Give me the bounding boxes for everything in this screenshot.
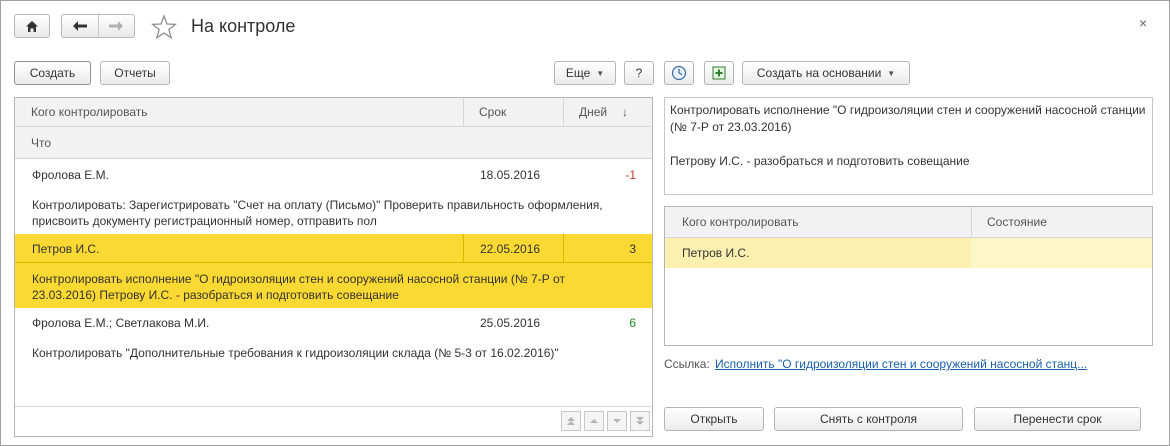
chevron-down-icon: ▼ — [596, 68, 605, 78]
open-button[interactable]: Открыть — [664, 407, 764, 431]
column-header-state[interactable]: Состояние — [987, 207, 1047, 238]
add-subordinate-button[interactable] — [704, 61, 734, 85]
row-who: Фролова Е.М.; Светлакова М.И. — [32, 316, 210, 330]
scroll-up-button[interactable] — [584, 411, 604, 431]
double-down-icon — [636, 417, 644, 425]
control-list-table[interactable]: Кого контролировать Срок Дней ↓ Что Фрол… — [14, 97, 653, 437]
table-row-selected[interactable]: Петров И.С. 22.05.2016 3 Контролировать … — [15, 234, 652, 308]
column-header-who[interactable]: Кого контролировать — [682, 207, 799, 238]
scroll-down-button[interactable] — [607, 411, 627, 431]
history-nav — [61, 14, 135, 38]
row-who: Фролова Е.М. — [32, 168, 109, 182]
reports-button-label: Отчеты — [114, 66, 156, 80]
row-who: Петров И.С. — [32, 242, 100, 256]
table-header: Кого контролировать Срок Дней ↓ Что — [15, 98, 652, 159]
table-footer — [15, 406, 652, 436]
column-header-what[interactable]: Что — [31, 127, 51, 159]
table-row[interactable]: Фролова Е.М. 18.05.2016 -1 Контролироват… — [15, 160, 652, 234]
row-who: Петров И.С. — [682, 246, 750, 260]
reference-link[interactable]: Исполнить "О гидроизоляции стен и сооруж… — [715, 357, 1087, 371]
scroll-top-button[interactable] — [561, 411, 581, 431]
help-button-label: ? — [635, 66, 643, 80]
row-days: 3 — [629, 242, 636, 256]
table-header: Кого контролировать Состояние — [665, 207, 1152, 238]
home-button[interactable] — [14, 14, 50, 38]
description-line: Петрову И.С. - разобраться и подготовить… — [670, 154, 970, 168]
row-days: -1 — [625, 168, 636, 182]
history-button[interactable] — [664, 61, 694, 85]
task-description-field[interactable]: Контролировать исполнение "О гидроизоляц… — [664, 97, 1153, 195]
clock-icon — [671, 65, 687, 81]
page-title: На контроле — [191, 16, 296, 36]
help-button[interactable]: ? — [624, 61, 654, 85]
window: На контроле × Создать Отчеты Еще ▼ ? Соз… — [0, 0, 1170, 446]
add-document-icon — [712, 66, 726, 80]
row-description: Контролировать исполнение "О гидроизоляц… — [32, 272, 565, 302]
scroll-bottom-button[interactable] — [630, 411, 650, 431]
row-description: Контролировать "Дополнительные требовани… — [32, 346, 559, 360]
close-icon[interactable]: × — [1139, 15, 1147, 31]
row-date: 25.05.2016 — [480, 316, 541, 330]
open-button-label: Открыть — [690, 412, 738, 426]
postpone-button-label: Перенести срок — [1013, 412, 1102, 426]
row-days: 6 — [629, 316, 636, 330]
column-header-who[interactable]: Кого контролировать — [15, 98, 148, 127]
more-button-label: Еще — [565, 66, 591, 80]
create-button-label: Создать — [29, 66, 76, 80]
row-date: 22.05.2016 — [480, 242, 541, 256]
controllers-table[interactable]: Кого контролировать Состояние Петров И.С… — [664, 206, 1153, 346]
column-header-days[interactable]: Дней — [563, 98, 607, 127]
link-label: Ссылка: — [664, 357, 710, 371]
arrow-left-icon — [72, 21, 87, 31]
forward-button[interactable] — [97, 15, 135, 37]
reports-button[interactable]: Отчеты — [100, 61, 170, 85]
favorite-star-icon[interactable] — [151, 14, 177, 40]
chevron-down-icon: ▼ — [887, 68, 896, 78]
create-button[interactable]: Создать — [14, 61, 91, 85]
sort-desc-icon: ↓ — [622, 105, 628, 119]
description-line: Контролировать исполнение "О гидроизоляц… — [670, 103, 1146, 134]
back-button[interactable] — [62, 15, 98, 37]
row-date: 18.05.2016 — [480, 168, 541, 182]
table-row-selected[interactable]: Петров И.С. — [665, 238, 1152, 268]
column-header-deadline[interactable]: Срок — [463, 98, 506, 127]
down-icon — [613, 419, 621, 423]
more-menu-button[interactable]: Еще ▼ — [554, 61, 616, 85]
row-description: Контролировать: Зарегистрировать "Счет н… — [32, 198, 603, 228]
create-based-on-label: Создать на основании — [756, 66, 882, 80]
remove-from-control-button[interactable]: Снять с контроля — [774, 407, 963, 431]
postpone-deadline-button[interactable]: Перенести срок — [974, 407, 1141, 431]
up-icon — [590, 419, 598, 423]
remove-button-label: Снять с контроля — [820, 412, 917, 426]
arrow-right-icon — [109, 21, 124, 31]
create-based-on-button[interactable]: Создать на основании ▼ — [742, 61, 910, 85]
table-row[interactable]: Фролова Е.М.; Светлакова М.И. 25.05.2016… — [15, 308, 652, 382]
double-up-icon — [567, 417, 575, 425]
home-icon — [26, 20, 38, 32]
